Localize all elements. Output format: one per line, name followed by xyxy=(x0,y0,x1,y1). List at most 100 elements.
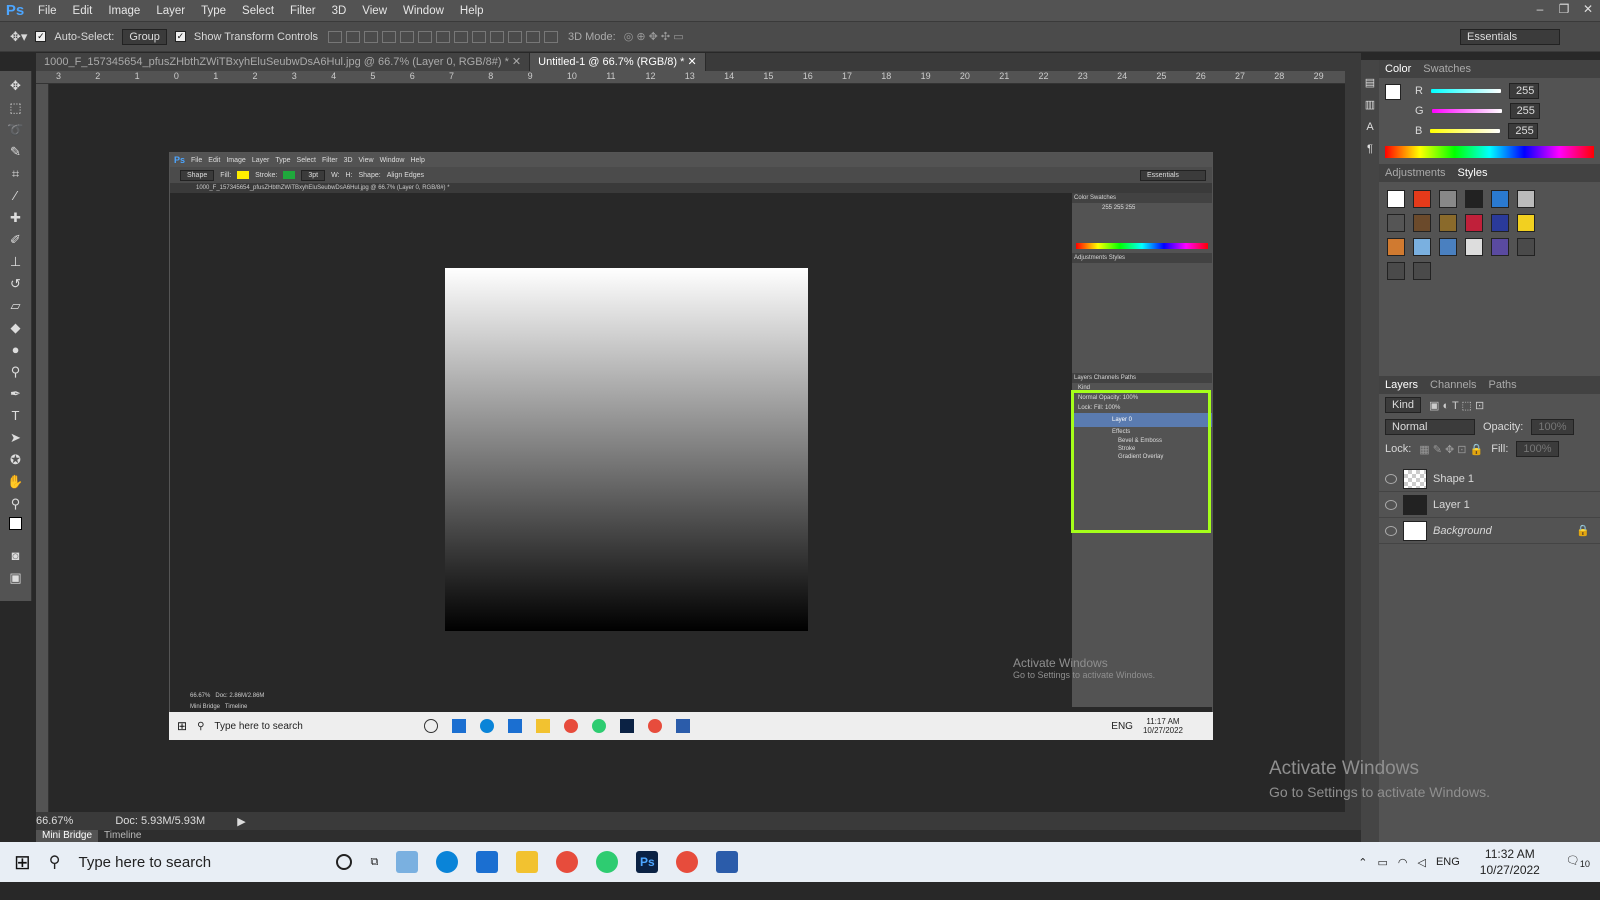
visibility-eye-icon[interactable] xyxy=(1385,499,1397,510)
taskbar-search-box[interactable]: Type here to search xyxy=(78,854,318,871)
menu-help[interactable]: Help xyxy=(452,5,492,17)
file-explorer-icon[interactable] xyxy=(516,851,539,873)
layer-row-layer-1[interactable]: Layer 1 xyxy=(1379,492,1600,518)
search-icon[interactable]: ⚲ xyxy=(49,852,61,872)
menu-select[interactable]: Select xyxy=(234,5,282,17)
style-swatch[interactable] xyxy=(1465,238,1483,256)
chrome-icon[interactable] xyxy=(556,851,579,873)
menu-file[interactable]: File xyxy=(30,5,65,17)
transform-controls-checkbox[interactable]: ✓ xyxy=(174,31,186,42)
marquee-tool-icon[interactable]: ⬚ xyxy=(7,99,25,117)
minimize-icon[interactable]: – xyxy=(1528,0,1552,20)
shape-tool-icon[interactable]: ✪ xyxy=(7,451,25,469)
blur-tool-icon[interactable]: ● xyxy=(7,341,25,359)
visibility-eye-icon[interactable] xyxy=(1385,473,1397,484)
healing-tool-icon[interactable]: ✚ xyxy=(7,209,25,227)
style-swatch[interactable] xyxy=(1517,190,1535,208)
paragraph-icon[interactable]: ¶ xyxy=(1361,138,1379,160)
stamp-tool-icon[interactable]: ⊥ xyxy=(7,253,25,271)
menu-type[interactable]: Type xyxy=(193,5,234,17)
task-view-icon[interactable]: ⧉ xyxy=(370,856,378,869)
tab-untitled-1[interactable]: Untitled-1 @ 66.7% (RGB/8) * ✕ xyxy=(530,53,706,71)
volume-icon[interactable]: ◁ xyxy=(1417,856,1425,869)
tab-swatches[interactable]: Swatches xyxy=(1423,63,1471,75)
history-icon[interactable]: ▤ xyxy=(1361,72,1379,94)
style-swatch[interactable] xyxy=(1439,214,1457,232)
quick-select-tool-icon[interactable]: ✎ xyxy=(7,143,25,161)
properties-icon[interactable]: ▥ xyxy=(1361,94,1379,116)
crop-tool-icon[interactable]: ⌗ xyxy=(7,165,25,183)
hand-tool-icon[interactable]: ✋ xyxy=(7,473,25,491)
edge-icon[interactable] xyxy=(436,851,459,873)
style-swatch[interactable] xyxy=(1387,190,1405,208)
photoshop-icon[interactable]: Ps xyxy=(636,851,659,873)
lasso-tool-icon[interactable]: ➰ xyxy=(7,121,25,139)
layer-row-background[interactable]: Background 🔒 xyxy=(1379,518,1600,544)
layer-row-shape-1[interactable]: Shape 1 xyxy=(1379,466,1600,492)
eyedropper-tool-icon[interactable]: ⁄ xyxy=(7,187,25,205)
fill-field[interactable]: 100% xyxy=(1516,441,1559,457)
r-slider[interactable] xyxy=(1430,89,1501,93)
g-slider[interactable] xyxy=(1431,109,1502,113)
type-tool-icon[interactable]: T xyxy=(7,407,25,425)
style-swatch[interactable] xyxy=(1413,238,1431,256)
tab-channels[interactable]: Channels xyxy=(1430,379,1476,391)
style-swatch[interactable] xyxy=(1387,214,1405,232)
word-icon[interactable] xyxy=(716,851,739,873)
style-swatch[interactable] xyxy=(1491,238,1509,256)
paint-bucket-tool-icon[interactable]: ◆ xyxy=(7,319,25,337)
filter-icons[interactable]: ▣ ◐ T ⬚ ⊡ xyxy=(1429,399,1484,412)
path-select-tool-icon[interactable]: ➤ xyxy=(7,429,25,447)
wifi-icon[interactable]: ◠ xyxy=(1398,856,1408,869)
menu-window[interactable]: Window xyxy=(395,5,452,17)
style-swatch[interactable] xyxy=(1465,214,1483,232)
language-indicator[interactable]: ENG xyxy=(1436,856,1460,868)
b-value[interactable]: 255 xyxy=(1508,123,1539,139)
cortana-icon[interactable] xyxy=(336,854,353,870)
workspace-dropdown[interactable]: Essentials xyxy=(1460,28,1560,45)
opacity-field[interactable]: 100% xyxy=(1531,419,1574,435)
style-swatch[interactable] xyxy=(1465,190,1483,208)
restore-icon[interactable]: ❐ xyxy=(1552,0,1576,20)
auto-select-checkbox[interactable]: ✓ xyxy=(35,31,47,42)
menu-view[interactable]: View xyxy=(354,5,395,17)
3d-mode-icons[interactable]: ◎ ⊕ ✥ ✣ ▭ xyxy=(624,30,684,43)
style-swatch[interactable] xyxy=(1413,262,1431,280)
whatsapp-icon[interactable] xyxy=(596,851,619,873)
zoom-level[interactable]: 66.67% xyxy=(36,815,73,827)
visibility-eye-icon[interactable] xyxy=(1385,525,1397,536)
blend-mode-dropdown[interactable]: Normal xyxy=(1385,419,1475,435)
mail-icon[interactable] xyxy=(476,851,499,873)
tray-chevron-icon[interactable]: ⌃ xyxy=(1358,856,1367,869)
style-swatch[interactable] xyxy=(1413,190,1431,208)
tab-timeline[interactable]: Timeline xyxy=(98,830,147,842)
tab-paths[interactable]: Paths xyxy=(1489,379,1517,391)
tab-layers[interactable]: Layers xyxy=(1385,379,1418,391)
align-icons[interactable] xyxy=(326,30,560,43)
style-swatch[interactable] xyxy=(1517,238,1535,256)
notification-icon[interactable]: 🗨10 xyxy=(1566,854,1590,869)
style-swatch[interactable] xyxy=(1439,238,1457,256)
move-tool-icon[interactable]: ✥ xyxy=(7,77,25,95)
foreground-color-swatch[interactable] xyxy=(1385,84,1401,100)
battery-icon[interactable]: ▭ xyxy=(1377,856,1387,869)
menu-image[interactable]: Image xyxy=(100,5,148,17)
gradient-canvas[interactable] xyxy=(445,268,808,631)
quick-mask-icon[interactable]: ◙ xyxy=(7,547,25,565)
chrome-icon[interactable] xyxy=(676,851,699,873)
close-icon[interactable]: ✕ xyxy=(1576,0,1600,20)
tab-mini-bridge[interactable]: Mini Bridge xyxy=(36,830,99,842)
menu-layer[interactable]: Layer xyxy=(148,5,193,17)
style-swatch[interactable] xyxy=(1439,190,1457,208)
clock[interactable]: 11:32 AM 10/27/2022 xyxy=(1480,846,1540,878)
app-icon[interactable] xyxy=(396,851,419,873)
move-tool-icon[interactable]: ✥▾ xyxy=(10,29,27,45)
tab-adjustments[interactable]: Adjustments xyxy=(1385,167,1446,179)
style-swatch[interactable] xyxy=(1413,214,1431,232)
r-value[interactable]: 255 xyxy=(1508,83,1539,99)
menu-3d[interactable]: 3D xyxy=(324,5,355,17)
brush-tool-icon[interactable]: ✐ xyxy=(7,231,25,249)
style-swatch[interactable] xyxy=(1491,214,1509,232)
style-swatch[interactable] xyxy=(1387,262,1405,280)
tab-styles[interactable]: Styles xyxy=(1458,167,1488,179)
